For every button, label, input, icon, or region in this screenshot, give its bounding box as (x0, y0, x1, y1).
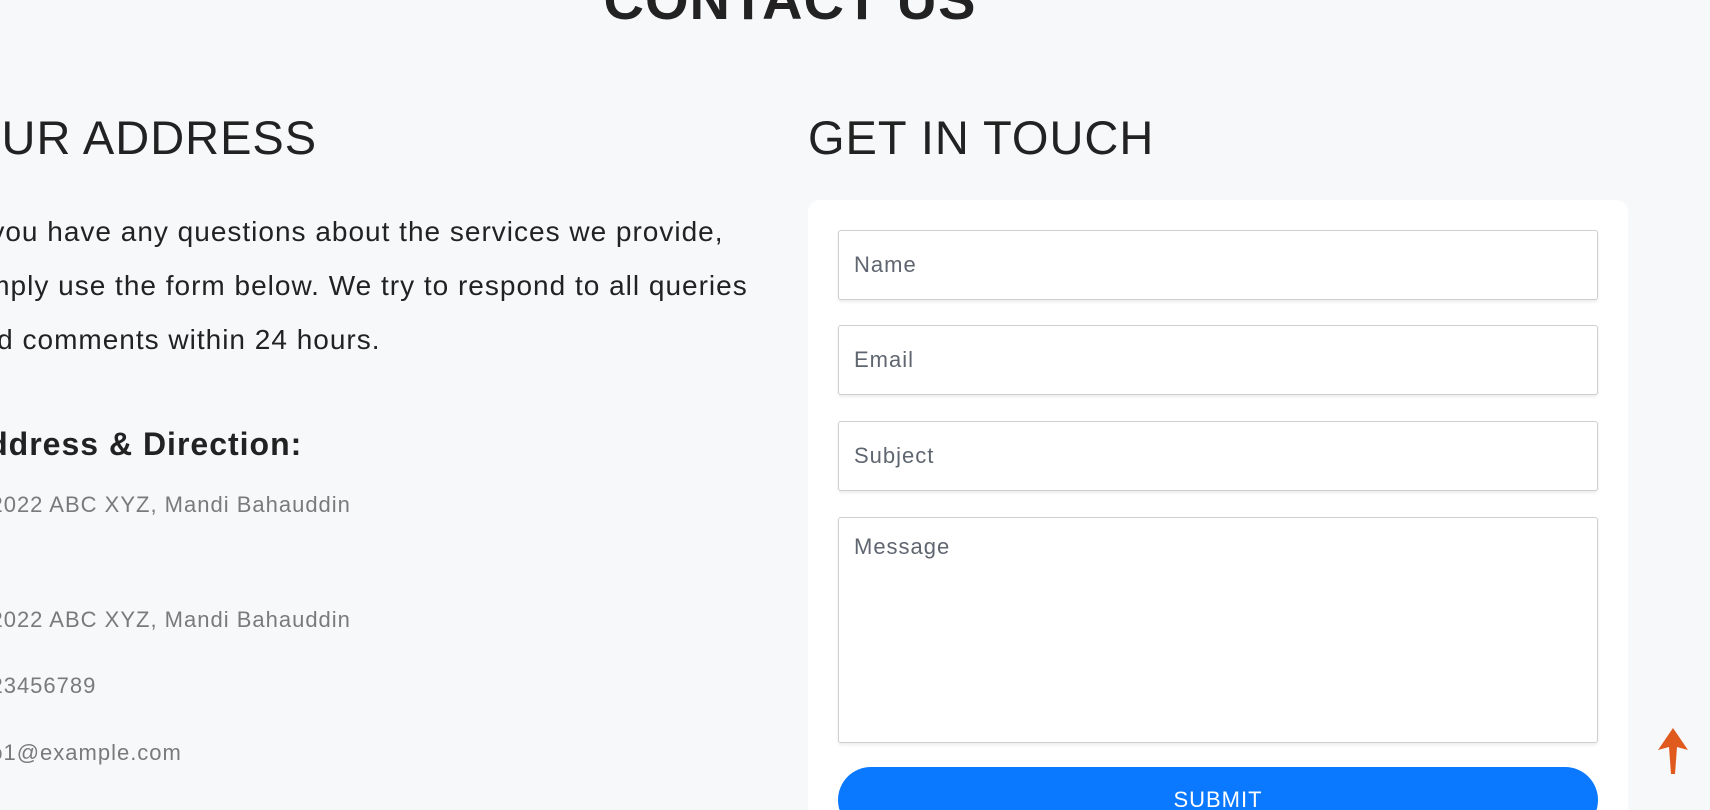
address-line-2: 462022 ABC XYZ, Mandi Bahauddin (0, 607, 351, 632)
subject-input[interactable] (838, 421, 1598, 491)
email-input[interactable] (838, 325, 1598, 395)
scroll-to-top-button[interactable] (1658, 728, 1688, 774)
name-input[interactable] (838, 230, 1598, 300)
address-intro: If you have any questions about the serv… (0, 216, 748, 355)
contact-form: SUBMIT (808, 200, 1628, 810)
address-line-1: 462022 ABC XYZ, Mandi Bahauddin (0, 492, 351, 517)
submit-button[interactable]: SUBMIT (838, 767, 1598, 810)
message-textarea[interactable] (838, 517, 1598, 743)
get-in-touch-heading: GET IN TOUCH (808, 111, 1155, 164)
address-heading: OUR ADDRESS (0, 111, 318, 164)
contact-page: CONTACT US OUR ADDRESS If you have any q… (0, 0, 1710, 810)
section-title: CONTACT US (0, 0, 1580, 30)
email-address[interactable]: info1@example.com (0, 740, 182, 766)
arrow-up-icon (1658, 728, 1688, 774)
direction-heading: Address & Direction: (0, 426, 303, 462)
phone-number: 0123456789 (0, 673, 97, 698)
